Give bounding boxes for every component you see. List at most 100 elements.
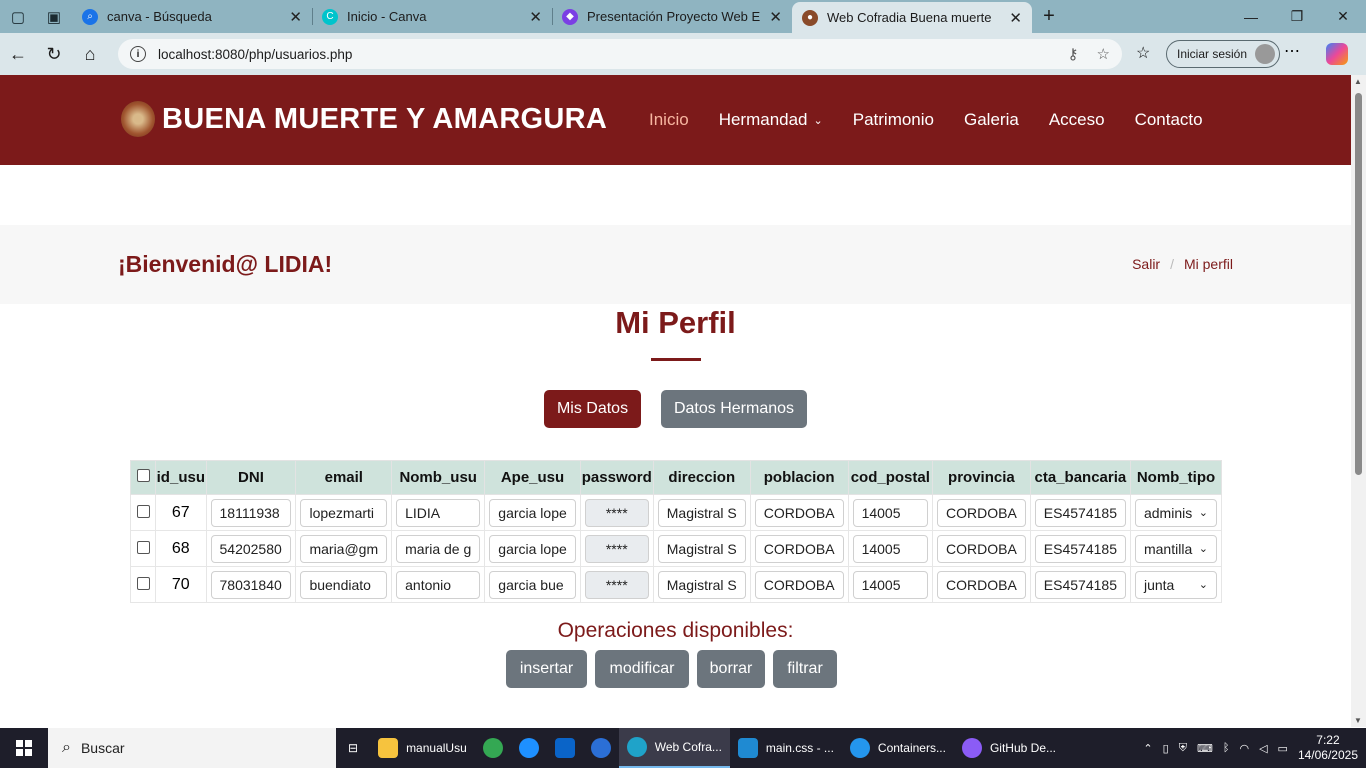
password-field[interactable]: **** [584, 570, 649, 599]
direccion-field[interactable]: Magistral S [657, 498, 746, 527]
nombre-field[interactable]: LIDIA [396, 498, 481, 527]
breadcrumb-salir[interactable]: Salir [1132, 256, 1160, 272]
taskbar-app-chrome[interactable] [475, 728, 511, 768]
close-tab-icon[interactable]: ✕ [769, 8, 782, 26]
taskbar-app-github[interactable]: GitHub De... [954, 728, 1064, 768]
scroll-down-icon[interactable]: ▼ [1354, 716, 1362, 725]
dni-field[interactable]: 18111938 [210, 498, 292, 527]
datos-hermanos-button[interactable]: Datos Hermanos [661, 390, 807, 428]
close-tab-icon[interactable]: ✕ [1009, 9, 1022, 27]
cuenta-field[interactable]: ES4574185 [1034, 498, 1126, 527]
password-field[interactable]: **** [584, 498, 649, 527]
taskbar-app-edge[interactable]: Web Cofra... [618, 728, 730, 768]
home-icon[interactable]: ⌂ [72, 36, 108, 72]
nav-item-hermandad[interactable]: Hermandad ⌄ [719, 110, 823, 130]
borrar-button[interactable]: borrar [697, 650, 765, 688]
taskbar-clock[interactable]: 7:22 14/06/2025 [1298, 733, 1358, 763]
volume-icon[interactable]: ◁ [1259, 742, 1267, 755]
bluetooth-icon[interactable]: ᛒ [1223, 742, 1230, 754]
select-all-checkbox[interactable] [136, 469, 150, 482]
browser-tab[interactable]: ◆ Presentación Proyecto Web Elega ✕ [552, 0, 792, 33]
email-field[interactable]: maria@gm [300, 534, 388, 563]
tipo-select[interactable]: adminis ⌄ [1134, 498, 1217, 527]
nombre-field[interactable]: antonio [396, 570, 481, 599]
network-icon[interactable]: ◠ [1239, 742, 1249, 755]
insertar-button[interactable]: insertar [506, 650, 587, 688]
modificar-button[interactable]: modificar [595, 650, 689, 688]
dni-field[interactable]: 78031840 [210, 570, 292, 599]
language-icon[interactable]: ⌨ [1197, 742, 1213, 755]
nav-item-patrimonio[interactable]: Patrimonio [853, 110, 934, 130]
provincia-field[interactable]: CORDOBA [937, 534, 1026, 563]
apellido-field[interactable]: garcia lope [489, 498, 576, 527]
poblacion-field[interactable]: CORDOBA [754, 570, 844, 599]
taskbar-app-docker[interactable]: Containers... [842, 728, 954, 768]
tipo-select[interactable]: junta ⌄ [1134, 570, 1217, 599]
taskbar-search[interactable]: ⌕ Buscar [48, 728, 336, 768]
password-field[interactable]: **** [584, 534, 649, 563]
site-info-icon[interactable]: i [130, 46, 146, 62]
workspaces-icon[interactable]: ▢ [0, 0, 36, 33]
more-menu-icon[interactable]: ⋯ [1284, 41, 1300, 61]
copilot-icon[interactable] [1326, 43, 1348, 65]
nav-item-galeria[interactable]: Galeria [964, 110, 1019, 130]
dni-field[interactable]: 54202580 [210, 534, 292, 563]
email-field[interactable]: buendiato [300, 570, 388, 599]
row-checkbox[interactable] [136, 504, 150, 518]
provincia-field[interactable]: CORDOBA [937, 498, 1026, 527]
scroll-up-icon[interactable]: ▲ [1354, 77, 1362, 86]
display-icon[interactable]: ▭ [1278, 742, 1288, 755]
site-brand[interactable]: BUENA MUERTE Y AMARGURA [162, 103, 607, 136]
poblacion-field[interactable]: CORDOBA [754, 534, 844, 563]
nav-item-acceso[interactable]: Acceso [1049, 110, 1105, 130]
reload-icon[interactable]: ↻ [36, 36, 72, 72]
tab-actions-icon[interactable]: ▣ [36, 0, 72, 33]
direccion-field[interactable]: Magistral S [657, 570, 746, 599]
scrollbar-thumb[interactable] [1355, 93, 1362, 475]
cod-postal-field[interactable]: 14005 [852, 498, 928, 527]
row-checkbox[interactable] [136, 540, 150, 554]
nav-item-contacto[interactable]: Contacto [1135, 110, 1203, 130]
signin-button[interactable]: Iniciar sesión [1166, 40, 1281, 68]
close-window-icon[interactable]: ✕ [1320, 0, 1366, 33]
cuenta-field[interactable]: ES4574185 [1034, 534, 1126, 563]
browser-tab-active[interactable]: ● Web Cofradia Buena muerte ✕ [792, 2, 1032, 33]
minimize-icon[interactable]: — [1228, 0, 1274, 33]
back-icon[interactable]: ← [0, 36, 36, 72]
taskbar-app-vscode[interactable]: main.css - ... [730, 728, 842, 768]
cofradia-emblem-icon[interactable] [121, 101, 155, 137]
apellido-field[interactable]: garcia bue [489, 570, 576, 599]
security-icon[interactable]: ⛨ [1179, 742, 1187, 755]
close-tab-icon[interactable]: ✕ [529, 8, 542, 26]
taskbar-app-explorer[interactable]: manualUsu [370, 728, 475, 768]
browser-tab[interactable]: C Inicio - Canva ✕ [312, 0, 552, 33]
mis-datos-button[interactable]: Mis Datos [544, 390, 641, 428]
new-tab-icon[interactable]: + [1032, 0, 1066, 33]
battery-icon[interactable]: ▯ [1163, 742, 1169, 755]
start-button[interactable] [0, 728, 48, 768]
email-field[interactable]: lopezmarti [300, 498, 388, 527]
tray-overflow-icon[interactable]: ⌃ [1143, 742, 1152, 755]
tipo-select[interactable]: mantilla ⌄ [1134, 534, 1217, 563]
close-tab-icon[interactable]: ✕ [289, 8, 302, 26]
favorite-star-icon[interactable]: ☆ [1097, 45, 1110, 63]
url-text[interactable]: localhost:8080/php/usuarios.php [158, 47, 1068, 62]
taskbar-app-outlook[interactable] [547, 728, 583, 768]
taskbar-app-browser[interactable] [583, 728, 619, 768]
browser-tab[interactable]: ⌕ canva - Búsqueda ✕ [72, 0, 312, 33]
taskbar-app-ie[interactable] [511, 728, 547, 768]
row-checkbox[interactable] [136, 576, 150, 590]
nav-item-inicio[interactable]: Inicio [649, 110, 689, 130]
cuenta-field[interactable]: ES4574185 [1034, 570, 1126, 599]
provincia-field[interactable]: CORDOBA [937, 570, 1026, 599]
page-scrollbar[interactable]: ▲ ▼ [1351, 75, 1366, 727]
direccion-field[interactable]: Magistral S [657, 534, 746, 563]
poblacion-field[interactable]: CORDOBA [754, 498, 844, 527]
filtrar-button[interactable]: filtrar [773, 650, 837, 688]
key-icon[interactable]: ⚷ [1068, 45, 1079, 63]
apellido-field[interactable]: garcia lope [489, 534, 576, 563]
favorites-icon[interactable]: ☆ [1136, 43, 1150, 63]
cod-postal-field[interactable]: 14005 [852, 570, 928, 599]
nombre-field[interactable]: maria de g [396, 534, 481, 563]
restore-icon[interactable]: ❐ [1274, 0, 1320, 33]
